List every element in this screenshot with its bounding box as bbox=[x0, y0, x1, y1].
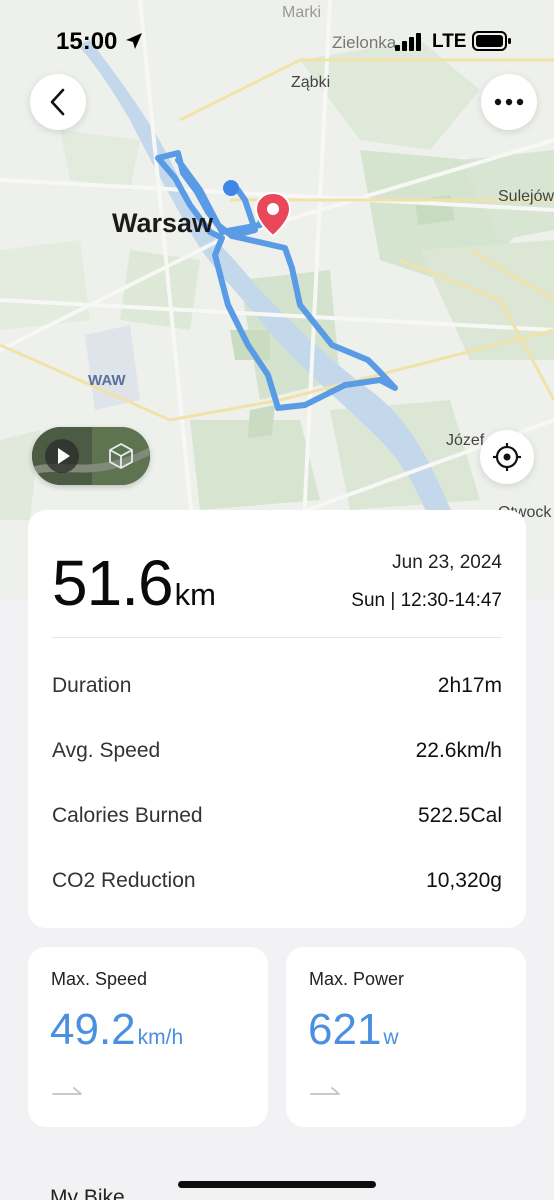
recenter-button[interactable] bbox=[480, 430, 534, 484]
distance-unit: km bbox=[174, 577, 216, 612]
trend-arrow-icon bbox=[52, 1087, 82, 1095]
stat-row-calories: Calories Burned 522.5Cal bbox=[52, 801, 502, 831]
3d-replay-button[interactable] bbox=[32, 427, 150, 485]
more-horizontal-icon bbox=[494, 98, 524, 106]
my-bike-section-heading: My Bike bbox=[50, 1186, 125, 1200]
max-speed-card[interactable]: Max. Speed 49.2km/h bbox=[28, 947, 268, 1127]
stat-row-avg-speed: Avg. Speed 22.6km/h bbox=[52, 736, 502, 766]
divider bbox=[52, 637, 502, 638]
battery-icon bbox=[472, 31, 511, 51]
ride-summary-card: 51.6km Jun 23, 2024 Sun | 12:30-14:47 Du… bbox=[28, 510, 526, 928]
max-speed-title: Max. Speed bbox=[51, 969, 148, 989]
stat-row-duration: Duration 2h17m bbox=[52, 671, 502, 701]
start-marker-icon bbox=[223, 180, 239, 196]
chevron-left-icon bbox=[50, 88, 65, 116]
distance-value: 51.6 bbox=[52, 547, 174, 619]
map-label-waw: WAW bbox=[88, 372, 126, 389]
stat-label: Calories Burned bbox=[52, 804, 203, 827]
max-power-number: 621 bbox=[308, 1005, 382, 1054]
stat-label: Avg. Speed bbox=[52, 739, 161, 762]
stat-value: 522.5Cal bbox=[417, 804, 502, 827]
play-icon bbox=[58, 448, 70, 464]
max-power-card[interactable]: Max. Power 621w bbox=[286, 947, 526, 1127]
3d-cube-icon bbox=[109, 443, 133, 469]
ride-date: Jun 23, 2024 bbox=[392, 552, 502, 573]
ride-time-range: Sun | 12:30-14:47 bbox=[351, 590, 502, 611]
stat-label: Duration bbox=[52, 674, 132, 697]
status-network: LTE bbox=[432, 31, 467, 52]
max-power-title: Max. Power bbox=[309, 969, 405, 989]
max-speed-number: 49.2 bbox=[50, 1005, 136, 1054]
status-time: 15:00 bbox=[56, 28, 118, 55]
crosshair-icon bbox=[493, 443, 521, 471]
max-power-value: 621w bbox=[308, 1005, 399, 1055]
map-label-jozef: Józef bbox=[446, 432, 485, 449]
trend-arrow-icon bbox=[310, 1087, 340, 1095]
map-label-sulejow: Sulejów bbox=[498, 188, 554, 205]
status-carrier: Zielonka bbox=[332, 33, 397, 52]
home-indicator[interactable] bbox=[178, 1181, 376, 1188]
stat-value: 2h17m bbox=[437, 674, 502, 697]
stat-value: 10,320g bbox=[426, 869, 502, 892]
max-power-unit: w bbox=[383, 1026, 399, 1049]
signal-icon bbox=[395, 33, 421, 51]
location-arrow-icon bbox=[126, 33, 142, 49]
stat-value: 22.6km/h bbox=[415, 739, 502, 762]
stat-label: CO2 Reduction bbox=[52, 869, 196, 892]
status-bar: 15:00 Zielonka LTE bbox=[0, 0, 554, 84]
total-distance: 51.6km bbox=[52, 546, 216, 620]
max-speed-unit: km/h bbox=[137, 1026, 184, 1049]
back-button[interactable] bbox=[30, 74, 86, 130]
stat-row-co2: CO2 Reduction 10,320g bbox=[52, 866, 502, 896]
ride-detail-screen: Marki Ząbki Warsaw Sulejów WAW Józef Otw… bbox=[0, 0, 554, 1200]
max-speed-value: 49.2km/h bbox=[50, 1005, 183, 1055]
more-options-button[interactable] bbox=[481, 74, 537, 130]
map-label-warsaw: Warsaw bbox=[112, 208, 214, 238]
ride-date-block: Jun 23, 2024 Sun | 12:30-14:47 bbox=[351, 552, 502, 612]
